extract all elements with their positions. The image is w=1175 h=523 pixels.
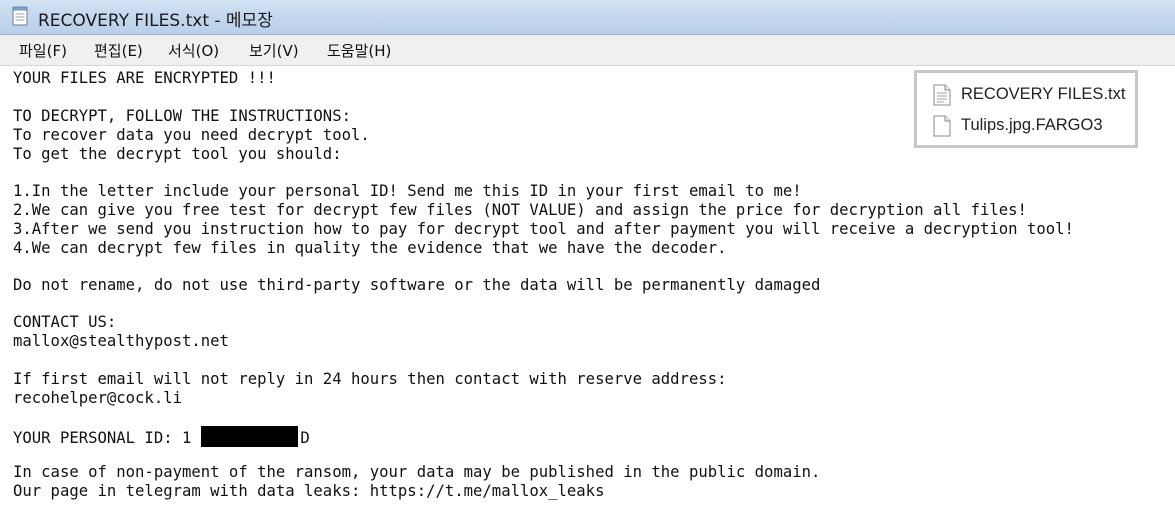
document-line: 2.We can give you free test for decrypt … — [13, 201, 1027, 219]
document-line: To get the decrypt tool you should: — [13, 145, 342, 163]
window-titlebar[interactable]: RECOVERY FILES.txt - 메모장 — [0, 0, 1175, 35]
document-line: In case of non-payment of the ransom, yo… — [13, 463, 821, 481]
menu-view[interactable]: 보기(V) — [249, 40, 299, 61]
personal-id-suffix: D — [300, 429, 310, 447]
window-title: RECOVERY FILES.txt - 메모장 — [38, 11, 273, 31]
document-line: 3.After we send you instruction how to p… — [13, 220, 1074, 238]
file-listing-inset: RECOVERY FILES.txt Tulips.jpg.FARGO3 — [914, 70, 1138, 148]
menu-bar: 파일(F) 편집(E) 서식(O) 보기(V) 도움말(H) — [0, 35, 1175, 66]
document-line: Our page in telegram with data leaks: ht… — [13, 482, 605, 500]
document-line: 1.In the letter include your personal ID… — [13, 182, 802, 200]
text-file-icon — [933, 84, 951, 106]
document-line: YOUR FILES ARE ENCRYPTED !!! — [13, 69, 276, 87]
document-line: Do not rename, do not use third-party so… — [13, 276, 821, 294]
menu-help[interactable]: 도움말(H) — [327, 40, 391, 61]
menu-file[interactable]: 파일(F) — [19, 40, 67, 61]
document-line: recohelper@cock.li — [13, 389, 182, 407]
file-name: RECOVERY FILES.txt — [961, 85, 1126, 103]
personal-id-prefix: YOUR PERSONAL ID: 1 — [13, 429, 192, 447]
document-line: CONTACT US: — [13, 313, 117, 331]
file-name: Tulips.jpg.FARGO3 — [961, 116, 1103, 134]
redaction-bar — [201, 426, 299, 447]
document-line: TO DECRYPT, FOLLOW THE INSTRUCTIONS: — [13, 107, 351, 125]
blank-file-icon — [933, 115, 951, 137]
notepad-icon — [12, 6, 28, 26]
document-line: 4.We can decrypt few files in quality th… — [13, 239, 727, 257]
menu-edit[interactable]: 편집(E) — [94, 40, 143, 61]
menu-format[interactable]: 서식(O) — [168, 40, 219, 61]
document-line: mallox@stealthypost.net — [13, 332, 229, 350]
personal-id-line: YOUR PERSONAL ID: 1 D — [13, 426, 310, 448]
document-line: To recover data you need decrypt tool. — [13, 126, 370, 144]
document-line: If first email will not reply in 24 hour… — [13, 370, 727, 388]
